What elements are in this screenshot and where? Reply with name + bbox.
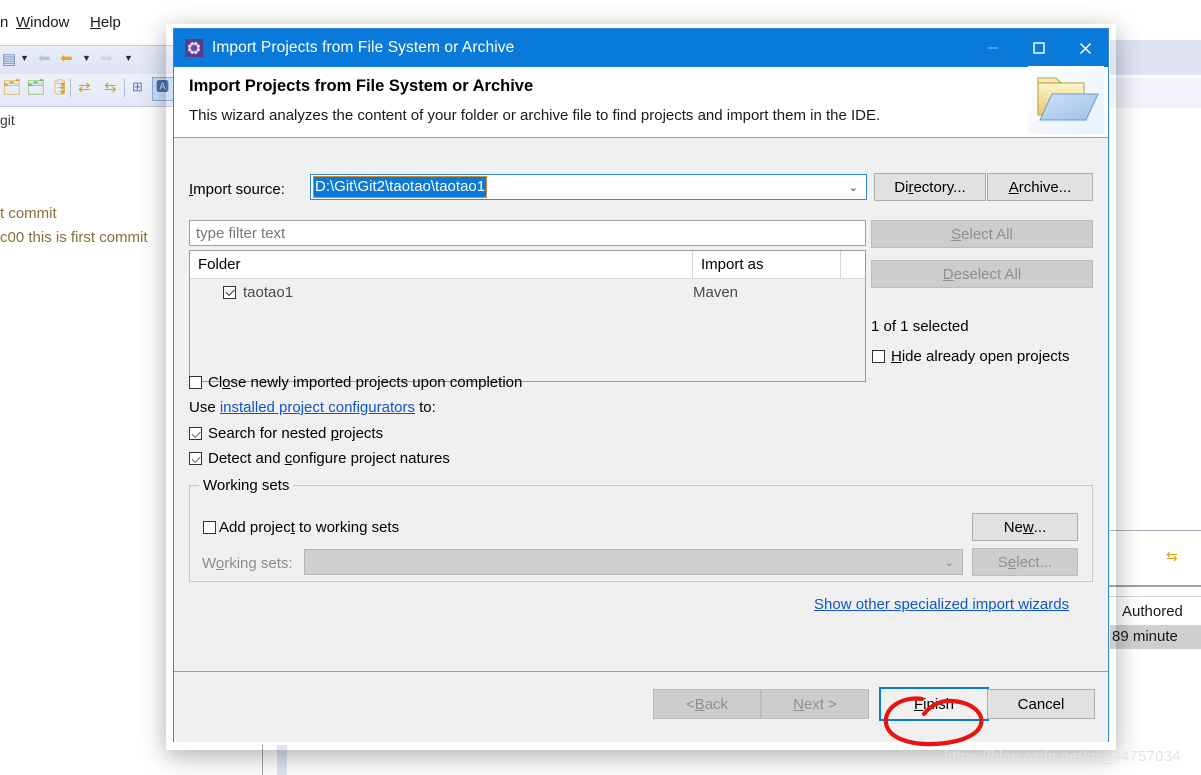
authored-value: 89 minute [1112, 628, 1178, 645]
close-newly-imported-row[interactable]: Close newly imported projects upon compl… [189, 374, 522, 391]
sync-icon[interactable]: ⇄ [78, 80, 91, 95]
blog-watermark: https://blog.csdn.net/qq_44757034 [944, 748, 1181, 765]
add-to-working-sets-label: Add project to working sets [219, 519, 400, 536]
new-database-icon[interactable]: 🛢 [50, 80, 69, 95]
detect-natures-label: Detect and configure project natures [208, 450, 450, 467]
menu-item-help[interactable]: Help [90, 14, 121, 31]
bg-commit-line-1: t commit [0, 205, 57, 222]
window-controls [970, 29, 1108, 67]
detect-natures-checkbox[interactable] [189, 452, 202, 465]
screenshot-root: n Window Help ▤ ▼ ⬅ ⬅ ▼ ➡ ▼ 🗂 🗂 🛢 ⇄ ⇆ ⊞ … [0, 0, 1201, 775]
minimize-button[interactable] [970, 29, 1016, 67]
use-prefix: Use [189, 399, 220, 416]
import-source-label: Import source: [189, 181, 285, 198]
use-suffix: to: [414, 399, 436, 416]
table-row[interactable]: taotao1 Maven [190, 279, 865, 305]
finish-button[interactable]: Finish [879, 687, 989, 721]
configurators-row: Use installed project configurators to: [189, 399, 436, 416]
chevron-down-icon-disabled: ⌄ [944, 556, 954, 569]
hide-open-projects-row[interactable]: Hide already open projects [872, 348, 1069, 365]
close-button[interactable] [1062, 29, 1108, 67]
row-folder-name: taotao1 [243, 283, 294, 301]
maximize-button[interactable] [1016, 29, 1062, 67]
table-header-row: Folder Import as [190, 251, 865, 279]
folder-banner-icon [1028, 64, 1106, 136]
header-description: This wizard analyzes the content of your… [189, 107, 881, 124]
panel-band-2 [1110, 78, 1201, 108]
toolbar-row-1: ▤ ▼ ⬅ ⬅ ▼ ➡ ▼ [0, 45, 175, 75]
panel-band-1 [1110, 40, 1201, 75]
import-projects-dialog: Import Projects from File System or Arch… [173, 28, 1109, 742]
archive-button[interactable]: Archive... [987, 173, 1093, 201]
menu-bar: n Window Help [0, 14, 180, 38]
dialog-body: Import source: D:\Git\Git2\taotao\taotao… [174, 138, 1108, 671]
panel-sync-icon[interactable]: ⇆ [1166, 548, 1178, 565]
row-checkbox-taotao1[interactable] [223, 285, 236, 299]
search-nested-checkbox[interactable] [189, 427, 202, 440]
back-button[interactable]: < Back [653, 689, 761, 719]
menu-item-window[interactable]: Window [16, 14, 69, 31]
toolbar-row-2: 🗂 🗂 🛢 ⇄ ⇆ ⊞ 🅰 [0, 74, 176, 107]
dialog-footer: < Back Next > Finish Cancel [174, 671, 1108, 742]
eclipse-gear-icon [185, 39, 203, 57]
show-other-wizards-link[interactable]: Show other specialized import wizards [814, 596, 1069, 613]
column-header-authored: Authored [1122, 603, 1183, 620]
filter-input[interactable]: type filter text [189, 220, 866, 246]
import-icon[interactable]: 🗂 [2, 80, 21, 95]
close-newly-imported-label: Close newly imported projects upon compl… [208, 374, 523, 391]
projects-table[interactable]: Folder Import as taotao1 Maven [189, 250, 866, 382]
add-to-working-sets-checkbox[interactable] [203, 521, 216, 534]
installed-project-configurators-link[interactable]: installed project configurators [220, 399, 415, 416]
row-import-as: Maven [693, 283, 739, 301]
new-working-set-button[interactable]: Ne w... [972, 513, 1078, 541]
column-header-spacer [841, 251, 865, 278]
dialog-header: Import Projects from File System or Arch… [174, 64, 1108, 138]
refresh-folder-icon[interactable]: 🗂 [26, 80, 45, 95]
directory-button[interactable]: Di r ectory... [874, 173, 986, 201]
close-newly-imported-checkbox[interactable] [189, 376, 202, 389]
menu-item-truncated[interactable]: n [0, 14, 8, 31]
select-all-button[interactable]: Select All [871, 220, 1093, 248]
deselect-all-button[interactable]: Deselect All [871, 260, 1093, 288]
detect-natures-row[interactable]: Detect and configure project natures [189, 450, 450, 467]
header-heading: Import Projects from File System or Arch… [189, 77, 534, 95]
hide-open-projects-label: Hide already open projects [891, 348, 1070, 365]
add-to-working-sets-row[interactable]: Add project to working sets [203, 519, 399, 536]
bg-commit-line-2: c00 this is first commit [0, 229, 148, 246]
select-working-set-button[interactable]: Se lect... [972, 548, 1078, 576]
bg-git-label: git [0, 112, 15, 128]
cancel-button[interactable]: Cancel [987, 689, 1095, 719]
tree-view-icon[interactable]: ⊞ [132, 80, 143, 93]
search-nested-label: Search for nested projects [208, 425, 384, 442]
column-header-import-as[interactable]: Import as [693, 251, 841, 278]
selection-status: 1 of 1 selected [871, 318, 969, 335]
working-sets-group-title: Working sets [199, 477, 294, 494]
column-header-folder[interactable]: Folder [190, 251, 693, 278]
dialog-title-bar[interactable]: Import Projects from File System or Arch… [174, 29, 1108, 67]
working-sets-combo[interactable]: ⌄ [304, 549, 963, 575]
chevron-down-icon: ⌄ [848, 181, 858, 194]
import-source-value: D:\Git\Git2\taotao\taotao1 [312, 176, 488, 198]
hide-open-projects-checkbox[interactable] [872, 350, 885, 363]
next-button[interactable]: Next > [761, 689, 869, 719]
working-sets-label: Working sets: [202, 555, 293, 572]
import-source-combo[interactable]: D:\Git\Git2\taotao\taotao1 ⌄ [310, 174, 867, 200]
compare-icon[interactable]: ⇆ [104, 80, 117, 95]
table-body: taotao1 Maven [190, 279, 865, 305]
search-nested-row[interactable]: Search for nested projects [189, 425, 383, 442]
dialog-title: Import Projects from File System or Arch… [212, 39, 515, 56]
